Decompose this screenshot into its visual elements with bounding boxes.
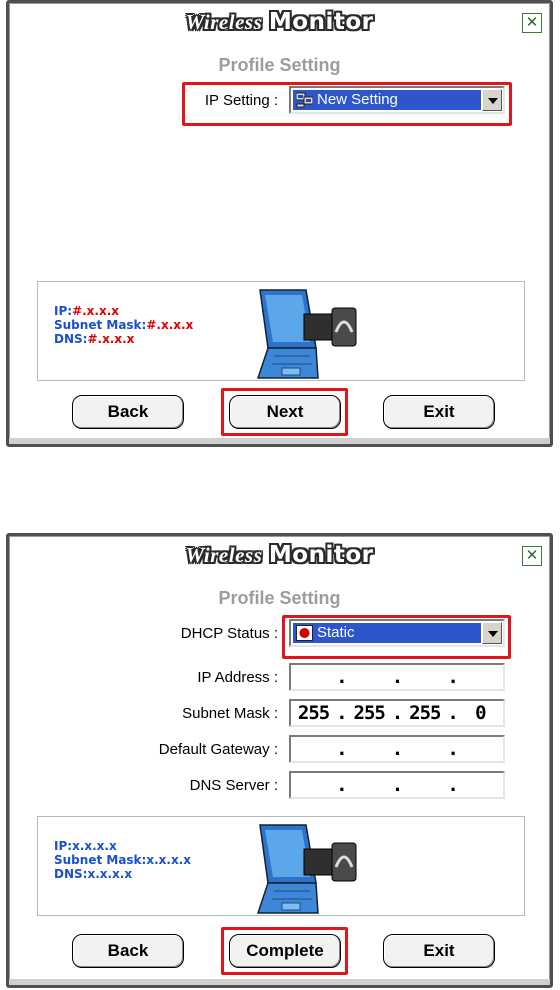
octet-dot: . xyxy=(447,738,458,760)
info-dns-value: x.x.x.x xyxy=(87,867,133,881)
page-title: Profile Setting xyxy=(218,55,341,75)
highlight-next-button xyxy=(221,388,348,436)
logo-word-monitor: Monitor xyxy=(268,9,374,35)
info-ip-label: IP: xyxy=(54,304,73,318)
footer-strip xyxy=(9,438,550,444)
octet-dot: . xyxy=(391,738,403,760)
info-ip-value: #.x.x.x xyxy=(72,304,120,318)
octet-dot: . xyxy=(336,774,347,796)
title-bar: Wireless Monitor ✕ xyxy=(9,536,550,580)
exit-button[interactable]: Exit xyxy=(383,934,495,968)
subnet-mask-row: Subnet Mask : 255. 255. 255. 0 xyxy=(9,699,550,729)
subnet-mask-input[interactable]: 255. 255. 255. 0 xyxy=(289,699,505,727)
ip-address-label: IP Address : xyxy=(197,669,278,686)
info-panel: IP:x.x.x.x Subnet Mask:x.x.x.x DNS:x.x.x… xyxy=(37,816,525,916)
octet: 255 xyxy=(297,702,330,724)
logo-word-wireless: Wireless xyxy=(185,543,263,567)
octet-dot: . xyxy=(447,666,458,688)
back-button[interactable]: Back xyxy=(72,395,184,429)
dialog-static-ip: Wireless Monitor ✕ Profile Setting DHCP … xyxy=(6,533,553,988)
default-gateway-row: Default Gateway : . . . xyxy=(9,735,550,765)
close-icon[interactable]: ✕ xyxy=(522,13,542,33)
octet-dot: . xyxy=(447,774,458,796)
page-title: Profile Setting xyxy=(218,588,341,608)
info-mask-label: Subnet Mask: xyxy=(54,318,147,332)
dialog-ip-setting: Wireless Monitor ✕ Profile Setting IP Se… xyxy=(6,0,553,447)
octet-dot: . xyxy=(391,774,403,796)
default-gateway-label: Default Gateway : xyxy=(158,741,278,758)
octet: 0 xyxy=(475,702,486,724)
app-logo: Wireless Monitor xyxy=(9,542,550,568)
dhcp-status-label: DHCP Status : xyxy=(180,625,278,642)
logo-word-wireless: Wireless xyxy=(185,10,263,34)
info-mask-label: Subnet Mask: xyxy=(54,853,147,867)
info-dns-value: #.x.x.x xyxy=(87,332,135,346)
ip-address-input[interactable]: . . . xyxy=(289,663,505,691)
info-panel: IP:#.x.x.x Subnet Mask:#.x.x.x DNS:#.x.x… xyxy=(37,281,525,381)
exit-button[interactable]: Exit xyxy=(383,395,495,429)
title-bar: Wireless Monitor ✕ xyxy=(9,3,550,47)
info-dns-label: DNS: xyxy=(54,867,88,881)
info-dns-label: DNS: xyxy=(54,332,88,346)
octet: 255 xyxy=(353,702,386,724)
info-text: IP:#.x.x.x Subnet Mask:#.x.x.x DNS:#.x.x… xyxy=(54,304,193,346)
footer-strip xyxy=(9,979,550,985)
ip-address-row: IP Address : . . . xyxy=(9,663,550,693)
octet-dot: . xyxy=(336,738,347,760)
octet-dot: . xyxy=(336,702,347,724)
default-gateway-input[interactable]: . . . xyxy=(289,735,505,763)
laptop-wireless-card-icon xyxy=(256,289,357,379)
highlight-ip-setting xyxy=(182,82,512,126)
octet-dot: . xyxy=(391,666,403,688)
highlight-dhcp-status xyxy=(282,615,511,659)
info-ip-label: IP: xyxy=(54,839,73,853)
octet-dot: . xyxy=(336,666,347,688)
app-logo: Wireless Monitor xyxy=(9,9,550,35)
info-mask-value: x.x.x.x xyxy=(146,853,191,867)
info-ip-value: x.x.x.x xyxy=(72,839,117,853)
back-button[interactable]: Back xyxy=(72,934,184,968)
subnet-mask-label: Subnet Mask : xyxy=(182,705,278,722)
close-icon[interactable]: ✕ xyxy=(522,546,542,566)
logo-word-monitor: Monitor xyxy=(268,542,374,568)
info-text: IP:x.x.x.x Subnet Mask:x.x.x.x DNS:x.x.x… xyxy=(54,839,191,881)
dns-server-row: DNS Server : . . . xyxy=(9,771,550,801)
dns-server-label: DNS Server : xyxy=(189,777,278,794)
dns-server-input[interactable]: . . . xyxy=(289,771,505,799)
laptop-wireless-card-icon xyxy=(256,824,357,914)
octet-dot: . xyxy=(391,702,403,724)
octet: 255 xyxy=(409,702,441,724)
info-mask-value: #.x.x.x xyxy=(146,318,194,332)
octet-dot: . xyxy=(447,702,458,724)
highlight-complete-button xyxy=(221,927,348,975)
